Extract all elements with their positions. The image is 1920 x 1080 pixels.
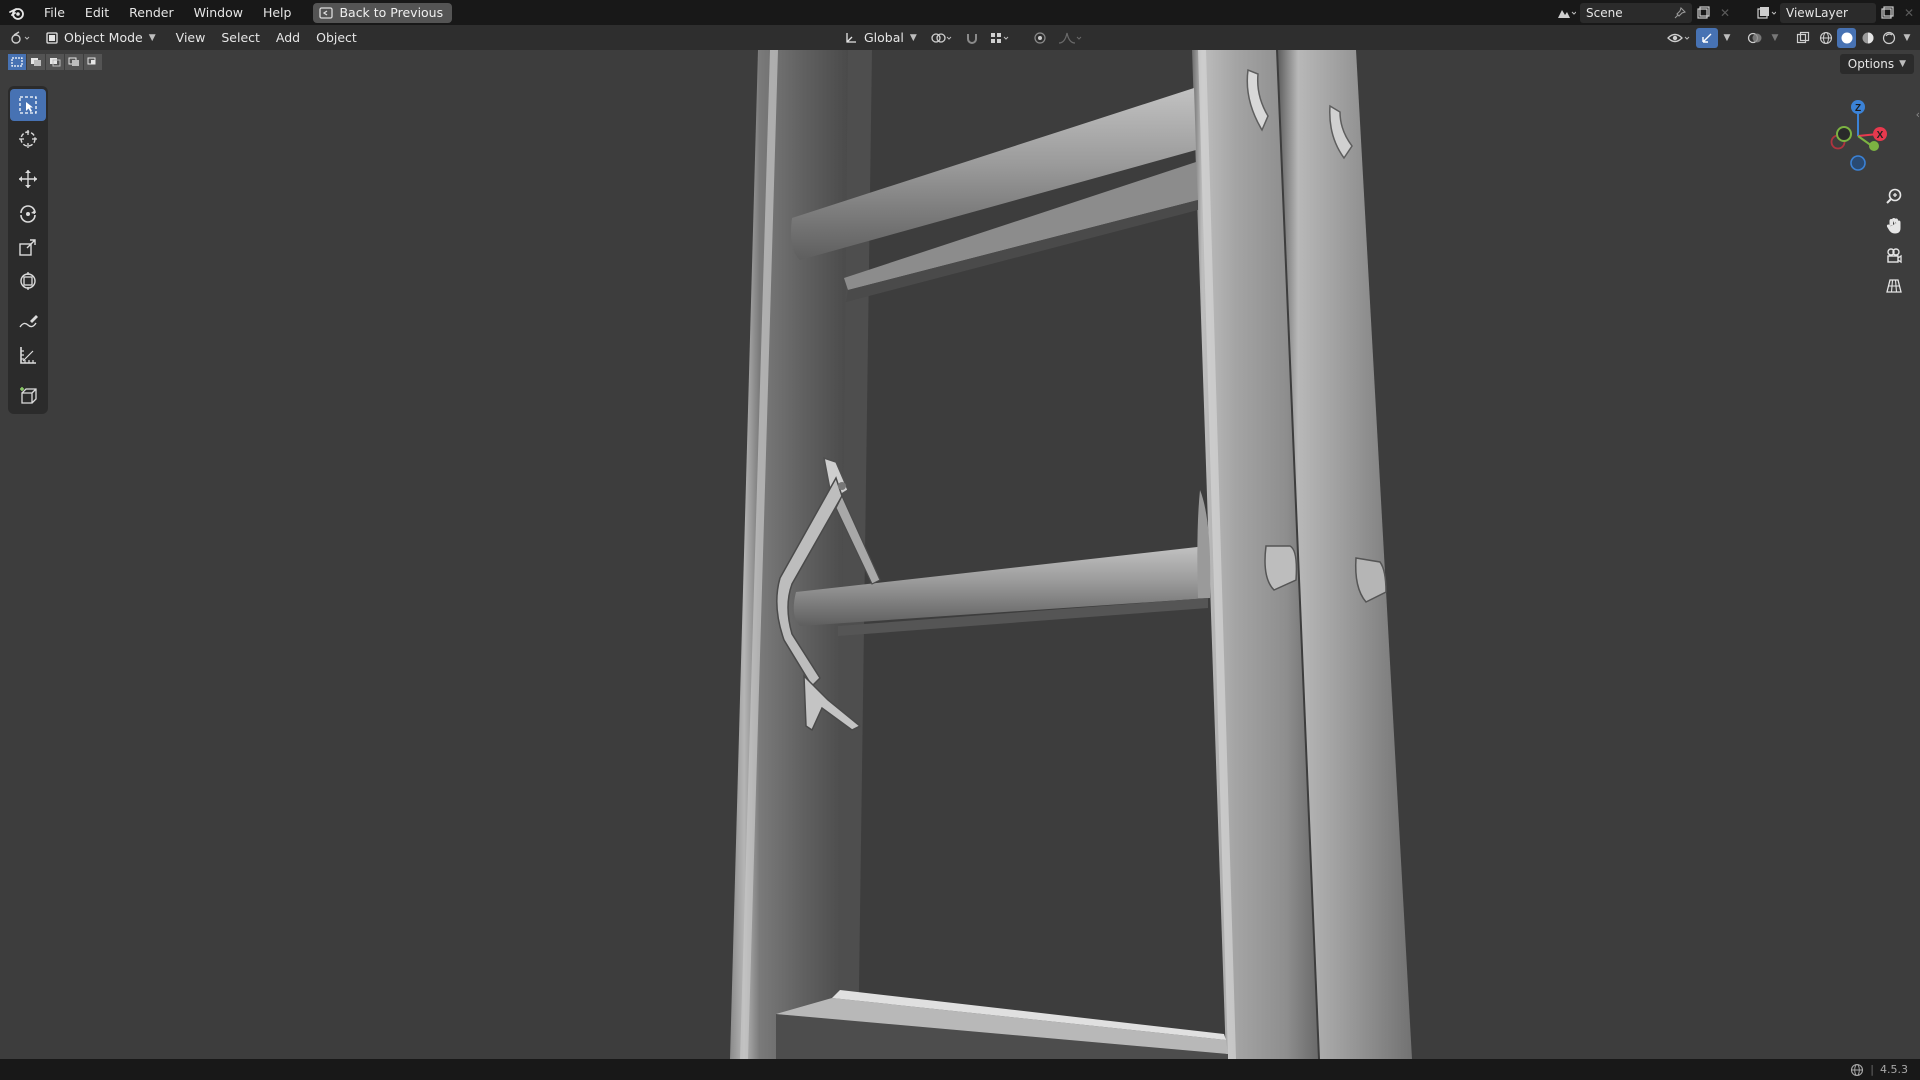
scene-browse-icon[interactable] [1552,3,1580,23]
menu-file[interactable]: File [34,0,75,25]
options-label: Options [1847,57,1895,71]
globe-icon [1851,1063,1864,1076]
falloff-curve-icon[interactable] [1055,28,1085,48]
snap-toggle-icon[interactable] [961,28,983,48]
back-to-previous-label: Back to Previous [339,5,444,20]
delete-scene-icon[interactable]: ✕ [1714,3,1736,23]
material-shading-icon[interactable] [1858,28,1877,48]
scale-icon[interactable] [10,231,46,263]
zoom-icon[interactable] [1880,182,1908,210]
transform-orientation-dropdown[interactable]: Global ▼ [838,27,923,48]
menu-help[interactable]: Help [253,0,302,25]
gizmo-neg-z [1850,155,1866,171]
blender-logo-icon[interactable] [0,0,34,25]
solid-shading-icon[interactable] [1837,27,1856,48]
menu-object[interactable]: Object [308,25,365,50]
chevron-down-icon: ▼ [148,32,156,43]
annotate-icon[interactable] [10,305,46,337]
cursor-icon[interactable] [10,123,46,155]
scene-name-text: Scene [1586,5,1623,20]
select-intersect-icon[interactable] [84,54,102,70]
select-extend-icon[interactable] [27,54,45,70]
menu-render[interactable]: Render [119,0,184,25]
menu-select[interactable]: Select [213,25,268,50]
object-mode-icon [46,31,58,44]
top-menu-bar: File Edit Render Window Help Back to Pre… [0,0,1920,25]
selection-mode-buttons [8,54,102,70]
select-invert-icon[interactable] [65,54,83,70]
visibility-eye-icon[interactable] [1664,28,1694,48]
viewport-header: Object Mode ▼ View Select Add Object Glo… [0,25,1920,50]
gizmo-y-axis [1836,126,1852,142]
status-divider: | [1870,1063,1874,1076]
3d-viewport[interactable]: Options ▼ X Z ‹ [0,50,1920,1059]
gizmo-z-label: Z [1855,103,1861,114]
wireframe-shading-icon[interactable] [1816,28,1835,48]
status-bar: | 4.5.3 [0,1059,1920,1080]
menu-view[interactable]: View [168,25,214,50]
pan-hand-icon[interactable] [1880,212,1908,240]
perspective-grid-icon[interactable] [1880,272,1908,300]
measure-icon[interactable] [10,339,46,371]
menu-edit[interactable]: Edit [75,0,119,25]
gizmo-x-label: X [1877,130,1884,141]
rotate-icon[interactable] [10,197,46,229]
snap-target-icon[interactable] [987,28,1013,48]
xray-toggle-icon[interactable] [1792,28,1814,48]
view-layer-text: ViewLayer [1786,5,1848,20]
object-mode-dropdown[interactable]: Object Mode ▼ [40,27,162,48]
back-to-previous-button[interactable]: Back to Previous [313,2,453,23]
view-layer-browse-icon[interactable] [1752,3,1780,23]
select-new-icon[interactable] [8,54,26,70]
view-layer-field[interactable]: ViewLayer [1780,2,1876,23]
menu-window[interactable]: Window [184,0,253,25]
proportional-edit-icon[interactable] [1029,28,1051,48]
shading-options-icon[interactable]: ▼ [1900,28,1914,48]
chevron-down-icon: ▼ [1899,59,1906,69]
screen-back-icon [319,6,334,19]
transform-icon[interactable] [10,265,46,297]
gizmo-toggle-icon[interactable] [1696,27,1718,48]
sidebar-toggle-icon[interactable]: ‹ [1916,108,1920,121]
gizmo-options-icon[interactable]: ▼ [1720,28,1734,48]
select-subtract-icon[interactable] [46,54,64,70]
transform-orientation-label: Global [864,30,904,45]
editor-type-icon[interactable] [4,28,38,48]
move-icon[interactable] [10,163,46,195]
orientation-axes-icon [846,32,856,43]
add-cube-icon[interactable] [10,379,46,411]
delete-view-layer-icon[interactable]: ✕ [1898,3,1920,23]
blender-version: 4.5.3 [1880,1063,1908,1076]
select-box-icon[interactable] [10,89,46,121]
overlays-options-icon[interactable]: ▼ [1768,28,1782,48]
tool-shelf [8,86,48,414]
new-view-layer-icon[interactable] [1876,3,1898,23]
rendered-shading-icon[interactable] [1879,28,1898,48]
options-dropdown[interactable]: Options ▼ [1839,54,1914,74]
chevron-down-icon: ▼ [909,32,917,43]
overlays-toggle-icon[interactable] [1744,28,1766,48]
object-mode-label: Object Mode [64,30,143,45]
gizmo-neg-y [1869,141,1879,151]
camera-view-icon[interactable] [1880,242,1908,270]
new-scene-icon[interactable] [1692,3,1714,23]
scene-name-field[interactable]: Scene [1580,2,1692,23]
pivot-point-icon[interactable] [927,28,957,48]
menu-add[interactable]: Add [268,25,308,50]
ladder-model[interactable] [0,50,1920,1059]
navigation-gizmo[interactable]: X Z [1824,84,1894,172]
pin-icon[interactable] [1674,6,1686,19]
